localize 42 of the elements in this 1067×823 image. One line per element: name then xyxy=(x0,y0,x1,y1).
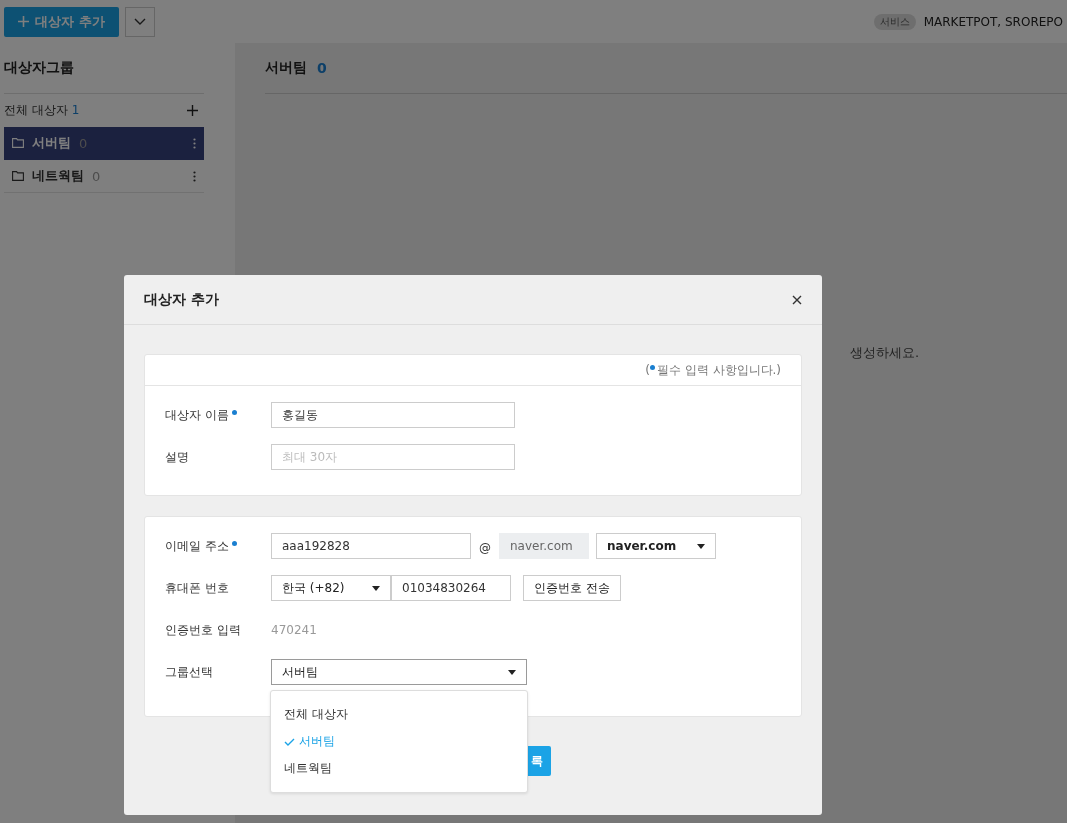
empty-message: 생성하세요. xyxy=(849,344,921,362)
folder-icon xyxy=(12,138,24,148)
plus-icon[interactable] xyxy=(187,105,198,116)
domain-field: naver.com xyxy=(499,533,589,559)
caret-icon xyxy=(508,669,516,675)
group-name: 서버팀 xyxy=(32,134,71,152)
field-label: 대상자 이름 xyxy=(165,406,271,424)
more-icon[interactable] xyxy=(193,137,196,149)
required-note: ( 필수 입력 사항입니다.) xyxy=(645,361,781,379)
field-label: 이메일 주소 xyxy=(165,537,271,555)
plus-icon xyxy=(18,16,29,27)
service-badge: 서비스 xyxy=(873,13,916,30)
folder-icon xyxy=(12,171,24,181)
more-icon[interactable] xyxy=(193,170,196,182)
sidebar-title: 대상자그룹 xyxy=(4,43,204,94)
group-count: 0 xyxy=(317,60,327,76)
caret-icon xyxy=(372,585,380,591)
send-code-button[interactable]: 인증번호 전송 xyxy=(523,575,621,601)
check-icon xyxy=(284,737,295,746)
group-name: 네트웍팀 xyxy=(32,167,84,185)
field-label: 인증번호 입력 xyxy=(165,621,242,639)
phone-field[interactable]: 01034830264 xyxy=(391,575,511,601)
dropdown-option[interactable]: 네트웍팀 xyxy=(271,755,527,782)
text-field[interactable]: 최대 30자 xyxy=(271,444,515,470)
all-targets-label[interactable]: 전체 대상자 1 xyxy=(4,102,80,119)
email-field[interactable]: aaa192828 xyxy=(271,533,471,559)
caret-icon xyxy=(697,543,705,549)
chevron-down-icon xyxy=(133,18,146,25)
field-label: 그룹선택 xyxy=(165,663,214,681)
verification-code: 470241 xyxy=(271,623,317,637)
field-label: 설명 xyxy=(165,448,190,466)
close-icon[interactable] xyxy=(792,294,802,305)
text-field[interactable]: 홍길동 xyxy=(271,402,515,428)
domain-select[interactable]: naver.com xyxy=(596,533,716,559)
dropdown-option[interactable]: 전체 대상자 xyxy=(271,701,527,728)
field-label: 휴대폰 번호 xyxy=(165,579,230,597)
at-sign: @ xyxy=(479,541,491,555)
country-select[interactable]: 한국 (+82) xyxy=(271,575,391,601)
dialog-title: 대상자 추가 xyxy=(144,290,219,309)
service-names: MARKETPOT, SROREPO xyxy=(923,14,1063,29)
group-title: 서버팀 xyxy=(265,59,307,77)
group-select[interactable]: 서버팀 xyxy=(271,659,527,685)
